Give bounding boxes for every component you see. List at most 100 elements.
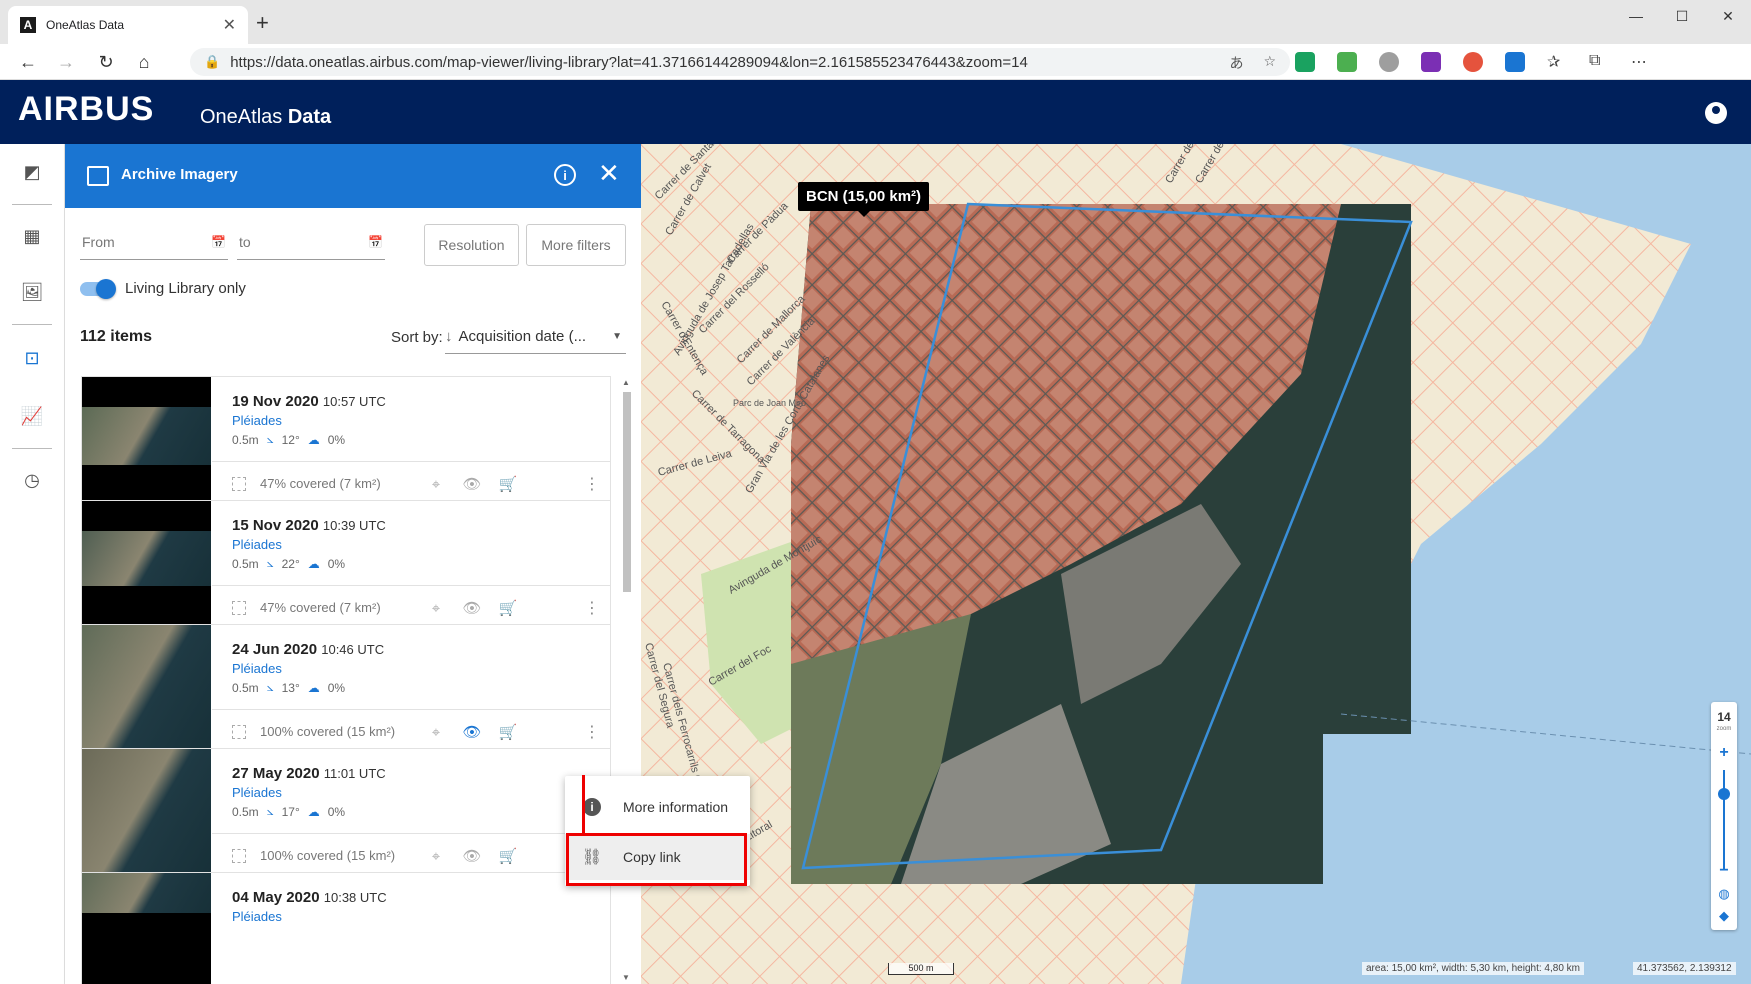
cart-icon[interactable]: 🛒 [498,846,518,866]
preview-eye-icon[interactable]: 👁 [462,598,482,618]
calendar-icon[interactable]: 📅 [211,235,226,249]
to-date-field[interactable]: to 📅 [237,224,385,260]
sensor-link[interactable]: Pléiades [232,537,282,552]
menu-icon[interactable]: ⋯ [1631,52,1651,72]
more-options-icon[interactable]: ⋮ [584,598,600,618]
to-placeholder: to [239,233,251,250]
map-view[interactable]: Carrer de Santaló Carrer de Calvet Carre… [641,144,1751,984]
coverage-icon [232,849,246,863]
favorite-star-icon[interactable]: ☆ [1263,53,1276,73]
globe-icon[interactable]: ◍ [1711,886,1737,902]
rail-divider [12,324,52,325]
sort-select[interactable]: ↓ Acquisition date (... ▼ [445,320,626,354]
close-panel-icon[interactable]: ✕ [598,160,620,186]
resolution-button[interactable]: Resolution [424,224,519,266]
image-card[interactable]: 19 Nov 2020 10:57 UTC Pléiades 0.5m ⦣ 12° ☁ 0%… [81,376,611,506]
back-icon[interactable]: ← [14,50,42,74]
layers-icon[interactable]: ◩ [20,160,44,184]
cloud-cover-value: 0% [327,432,346,447]
cart-icon[interactable]: 🛒 [498,598,518,618]
list-scrollbar[interactable]: ▲ ▼ [620,376,634,984]
image-thumbnail[interactable] [82,749,211,877]
calendar-icon[interactable]: 📅 [368,235,383,249]
image-card[interactable]: 15 Nov 2020 10:39 UTC Pléiades 0.5m ⦣ 22° ☁ 0%… [81,500,611,630]
preview-eye-icon[interactable]: 👁 [462,474,482,494]
date-text: 27 May 2020 [232,765,320,782]
layers-toggle-icon[interactable]: ◆ [1711,908,1737,924]
scroll-down-icon[interactable]: ▼ [622,973,630,982]
image-thumbnail[interactable] [82,501,211,629]
close-icon[interactable]: ✕ [223,15,236,35]
extension-icon[interactable] [1295,52,1315,72]
dashboard-icon[interactable]: ▦ [20,224,44,248]
coverage-icon [232,601,246,615]
image-thumbnail[interactable] [82,873,211,984]
onenote-icon[interactable] [1421,52,1441,72]
living-library-toggle[interactable] [80,278,116,299]
image-card[interactable]: 04 May 2020 10:38 UTC Pléiades [81,872,611,984]
sensor-link[interactable]: Pléiades [232,909,282,924]
locate-icon[interactable]: ⌖ [426,598,446,618]
extension-icon[interactable] [1337,52,1357,72]
images-icon[interactable]: 🖼 [20,280,44,304]
cloud-cover-value: 0% [327,804,346,819]
extension-icon[interactable] [1379,52,1399,72]
sensor-link[interactable]: Pléiades [232,785,282,800]
locate-icon[interactable]: ⌖ [426,474,446,494]
extension-icon[interactable] [1505,52,1525,72]
from-date-field[interactable]: From 📅 [80,224,228,260]
aoi-label[interactable]: BCN (15,00 km²) [798,182,930,217]
url-field[interactable]: 🔒 https://data.oneatlas.airbus.com/map-v… [190,48,1290,76]
browser-tab[interactable]: A OneAtlas Data ✕ [8,6,248,44]
minimize-icon[interactable]: — [1613,0,1659,32]
cart-icon[interactable]: 🛒 [498,474,518,494]
sensor-link[interactable]: Pléiades [232,661,282,676]
info-icon: i [583,798,601,816]
user-account-icon[interactable] [1705,102,1727,124]
lock-icon: 🔒 [204,54,221,69]
locate-icon[interactable]: ⌖ [426,846,446,866]
collections-icon[interactable]: ⧉ [1589,52,1609,72]
new-tab-icon[interactable]: + [256,10,269,36]
incidence-angle-value: 22° [281,556,300,571]
analytics-icon[interactable]: 📈 [20,404,44,428]
info-icon[interactable]: i [554,164,576,186]
more-options-icon[interactable]: ⋮ [584,474,600,494]
map-canvas[interactable]: Carrer de Santaló Carrer de Calvet Carre… [641,144,1751,984]
image-card[interactable]: 27 May 2020 11:01 UTC Pléiades 0.5m ⦣ 17° ☁ 0%… [81,748,611,878]
refresh-icon[interactable]: ↻ [92,50,120,74]
sort-arrow-icon[interactable]: ↓ [445,328,453,345]
image-card[interactable]: 24 Jun 2020 10:46 UTC Pléiades 0.5m ⦣ 13° ☁ 0%… [81,624,611,754]
cursor-coords: 41.373562, 2.139312 [1633,962,1736,975]
favorites-icon[interactable]: ✰ [1547,52,1567,72]
zoom-in-icon[interactable]: + [1711,744,1737,762]
image-thumbnail[interactable] [82,377,211,505]
more-filters-button[interactable]: More filters [526,224,626,266]
preview-eye-icon[interactable]: 👁 [462,846,482,866]
archive-imagery-icon[interactable]: ⊡ [20,346,44,370]
cart-icon[interactable]: 🛒 [498,722,518,742]
window-close-icon[interactable]: ✕ [1705,0,1751,32]
more-options-icon[interactable]: ⋮ [584,722,600,742]
image-thumbnail[interactable] [82,625,211,753]
read-aloud-icon[interactable]: あ [1229,53,1243,73]
forward-icon[interactable]: → [52,50,80,74]
zoom-out-icon[interactable]: − [1711,862,1737,880]
home-icon[interactable]: ⌂ [130,50,158,74]
chevron-down-icon: ▼ [612,331,622,342]
scroll-thumb[interactable] [623,392,631,592]
zoom-slider-track[interactable] [1723,770,1725,870]
history-icon[interactable]: ◷ [20,468,44,492]
date-text: 04 May 2020 [232,889,320,906]
incidence-angle-icon: ⦣ [266,556,274,570]
extension-icon[interactable] [1463,52,1483,72]
preview-eye-icon[interactable]: 👁 [462,722,482,742]
more-information-item[interactable]: i More information [565,784,750,830]
locate-icon[interactable]: ⌖ [426,722,446,742]
sensor-link[interactable]: Pléiades [232,413,282,428]
incidence-angle-value: 13° [281,680,300,695]
zoom-slider-handle[interactable] [1718,788,1730,800]
living-library-label: Living Library only [125,280,246,297]
maximize-icon[interactable]: ☐ [1659,0,1705,32]
scroll-up-icon[interactable]: ▲ [622,378,630,387]
